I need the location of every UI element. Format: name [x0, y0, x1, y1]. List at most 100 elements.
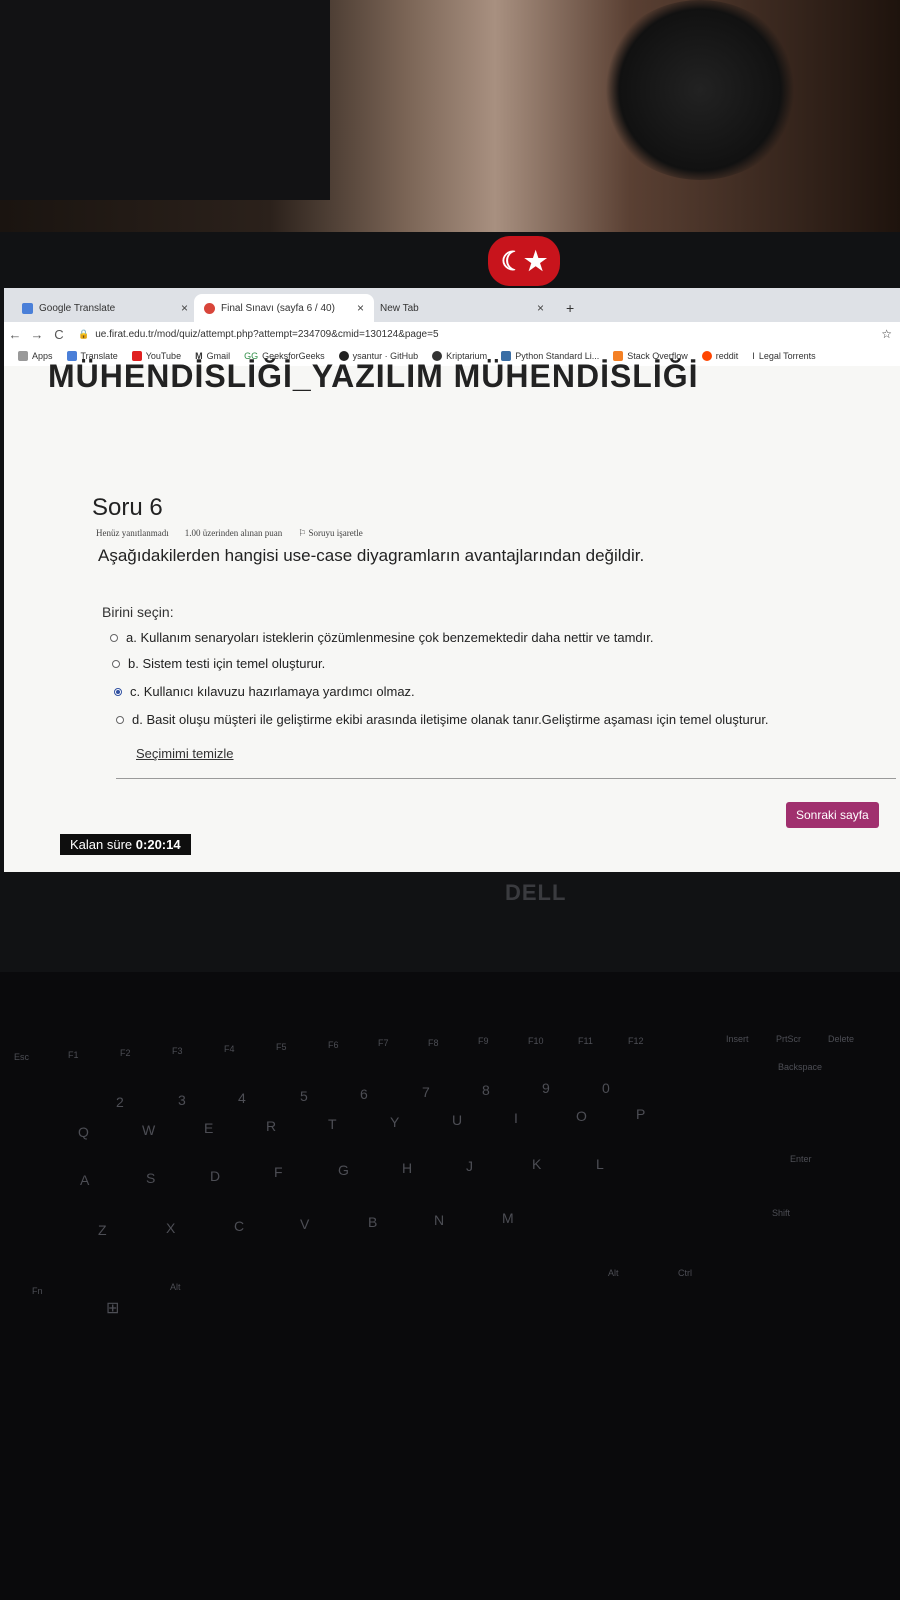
browser-tabbar: Google Translate × Final Sınavı (sayfa 6…	[4, 288, 900, 322]
key: Enter	[790, 1154, 812, 1164]
new-tab-button[interactable]: +	[556, 294, 586, 322]
key: F3	[172, 1046, 183, 1056]
key: W	[142, 1122, 156, 1138]
option-label: b. Sistem testi için temel oluşturur.	[128, 656, 326, 671]
radio-button[interactable]	[110, 633, 118, 642]
key: F6	[328, 1040, 339, 1050]
key: M	[502, 1210, 514, 1226]
key: 6	[360, 1086, 368, 1102]
key: J	[466, 1158, 473, 1174]
key: Z	[98, 1222, 107, 1238]
url-field[interactable]: 🔒 ue.firat.edu.tr/mod/quiz/attempt.php?at…	[78, 329, 439, 340]
key: K	[532, 1156, 542, 1172]
moodle-icon	[204, 302, 215, 314]
laptop-screen: Google Translate × Final Sınavı (sayfa 6…	[4, 288, 900, 872]
key: F12	[628, 1036, 644, 1046]
key: U	[452, 1112, 463, 1128]
option-c[interactable]: c. Kullanıcı kılavuzu hazırlamaya yardım…	[114, 684, 415, 699]
key: T	[328, 1116, 337, 1132]
key: 2	[116, 1094, 124, 1110]
reddit-icon	[701, 351, 712, 361]
key: 8	[482, 1082, 490, 1098]
reload-icon[interactable]: C	[48, 327, 70, 342]
tab-new-tab[interactable]: New Tab ×	[370, 294, 554, 322]
translate-icon	[22, 302, 33, 314]
star-icon[interactable]: ☆	[881, 327, 892, 341]
key: Ctrl	[678, 1268, 692, 1278]
timer-badge: Kalan süre 0:20:14	[60, 834, 191, 855]
key: P	[636, 1106, 646, 1122]
url-text: ue.firat.edu.tr/mod/quiz/attempt.php?att…	[95, 328, 439, 340]
legal-torrents-icon: I	[752, 351, 755, 361]
key: Alt	[170, 1282, 181, 1292]
address-bar: ← → C 🔒 ue.firat.edu.tr/mod/quiz/attempt.…	[4, 322, 900, 346]
key: F10	[528, 1036, 544, 1046]
key: F5	[276, 1042, 287, 1052]
room-background	[0, 0, 900, 250]
key: F11	[578, 1036, 593, 1046]
question-meta: Henüz yanıtlanmadı 1.00 üzerinden alınan…	[96, 528, 363, 539]
tab-label: New Tab	[380, 302, 419, 314]
windows-icon: ⊞	[106, 1300, 120, 1317]
key: C	[234, 1218, 245, 1234]
key: 3	[178, 1092, 186, 1108]
key: F	[274, 1164, 283, 1180]
key: L	[596, 1156, 604, 1172]
question-status: Henüz yanıtlanmadı	[96, 528, 169, 538]
key: S	[146, 1170, 156, 1186]
key: F7	[378, 1038, 389, 1048]
key: 0	[602, 1080, 610, 1096]
key: R	[266, 1118, 277, 1134]
key: 7	[422, 1084, 430, 1100]
key: B	[368, 1214, 378, 1230]
key: Fn	[32, 1286, 43, 1296]
tab-google-translate[interactable]: Google Translate ×	[12, 294, 198, 322]
key: PrtScr	[776, 1034, 802, 1044]
tab-label: Google Translate	[39, 302, 116, 314]
key: Delete	[828, 1034, 855, 1044]
clear-selection-link[interactable]: Seçimimi temizle	[136, 746, 234, 761]
option-d[interactable]: d. Basit oluşu müşteri ile geliştirme ek…	[116, 712, 769, 727]
option-a[interactable]: a. Kullanım senaryoları isteklerin çözüm…	[110, 630, 653, 645]
key: E	[204, 1120, 214, 1136]
background-monitor	[0, 0, 330, 200]
question-points: 1.00 üzerinden alınan puan	[184, 528, 283, 538]
quiz-page: MÜHENDİSLİĞİ_YAZILIM MÜHENDİSLİĞİ Soru 6…	[4, 358, 900, 872]
key: Esc	[14, 1052, 30, 1062]
divider	[116, 778, 896, 779]
key: O	[576, 1108, 587, 1124]
key: V	[300, 1216, 310, 1232]
tab-final-sinavi[interactable]: Final Sınavı (sayfa 6 / 40) ×	[194, 294, 374, 322]
radio-button[interactable]	[116, 715, 124, 724]
key: I	[514, 1110, 518, 1126]
key: 4	[238, 1090, 246, 1106]
bookmark-legal-torrents[interactable]: I Legal Torrents	[752, 351, 815, 361]
close-icon[interactable]: ×	[357, 301, 364, 315]
bookmark-reddit[interactable]: reddit	[701, 351, 738, 361]
key: F9	[478, 1036, 489, 1046]
option-label: d. Basit oluşu müşteri ile geliştirme ek…	[132, 712, 769, 727]
key: Backspace	[778, 1062, 823, 1072]
key: N	[434, 1212, 445, 1228]
back-arrow-icon[interactable]: ←	[4, 327, 26, 342]
flag-question-link[interactable]: ⚐ Soruyu işaretle	[298, 528, 363, 539]
question-title: Soru 6	[92, 494, 163, 521]
tab-label: Final Sınavı (sayfa 6 / 40)	[221, 302, 335, 314]
key: 9	[542, 1080, 550, 1096]
radio-button-selected[interactable]	[114, 687, 122, 696]
flag-icon: ⚐	[298, 528, 309, 538]
course-title: MÜHENDİSLİĞİ_YAZILIM MÜHENDİSLİĞİ	[48, 358, 699, 394]
close-icon[interactable]: ×	[537, 301, 544, 315]
key: H	[402, 1160, 413, 1176]
key: D	[210, 1168, 221, 1184]
key: Y	[390, 1114, 400, 1130]
option-b[interactable]: b. Sistem testi için temel oluşturur.	[112, 656, 325, 671]
key: A	[80, 1172, 90, 1188]
background-fan	[600, 0, 800, 180]
forward-arrow-icon[interactable]: →	[26, 327, 48, 342]
close-icon[interactable]: ×	[181, 301, 188, 315]
dell-logo: DELL	[505, 880, 567, 905]
radio-button[interactable]	[112, 659, 120, 668]
next-page-button[interactable]: Sonraki sayfa	[786, 802, 879, 828]
key: F2	[120, 1048, 131, 1058]
